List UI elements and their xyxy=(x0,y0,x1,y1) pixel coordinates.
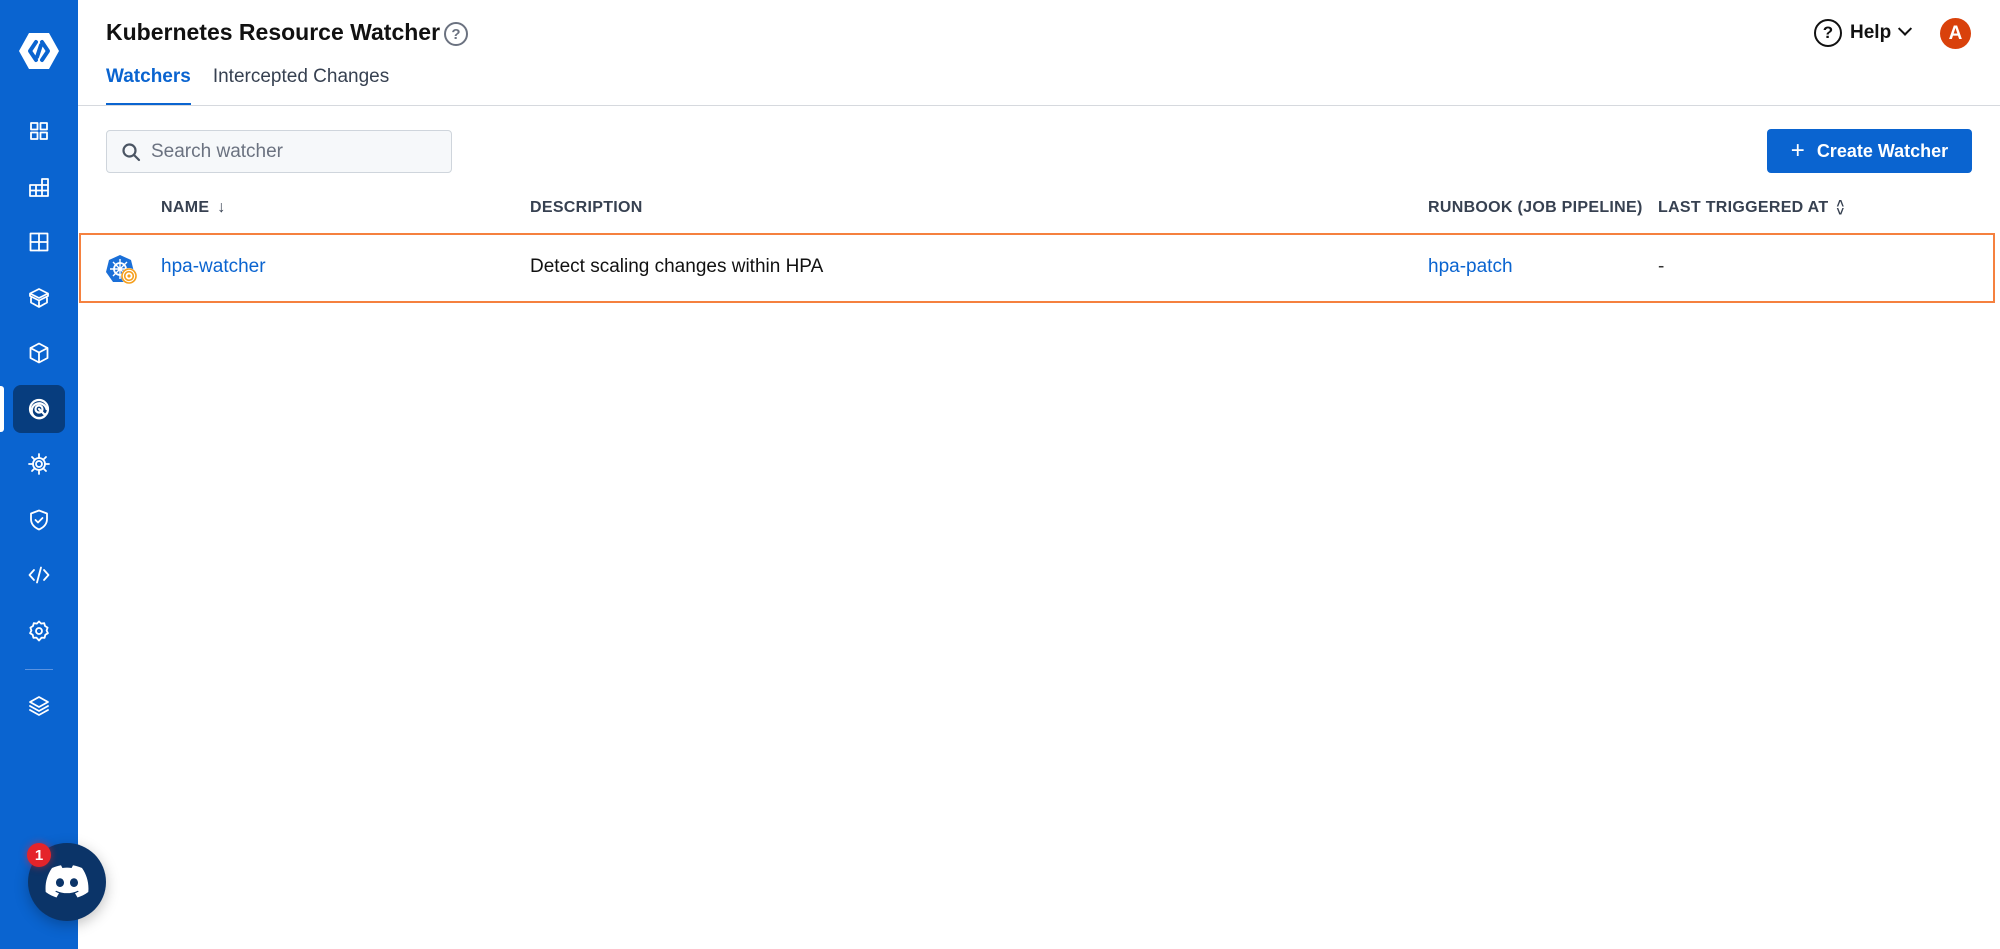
gear-icon xyxy=(29,620,49,642)
question-circle-icon[interactable]: ? xyxy=(444,22,468,46)
grid-icon xyxy=(30,122,48,140)
sidebar-divider xyxy=(25,669,53,670)
gear-sun-icon xyxy=(28,453,50,475)
column-header-description: DESCRIPTION xyxy=(530,199,643,217)
question-circle-icon: ? xyxy=(1814,19,1842,47)
sidebar-item-code[interactable] xyxy=(13,551,65,599)
tab-divider xyxy=(78,105,2000,106)
sidebar xyxy=(0,0,78,949)
kubernetes-watcher-icon xyxy=(105,254,139,286)
active-indicator xyxy=(0,386,4,432)
layers-icon xyxy=(29,696,49,716)
sidebar-item-dashboard[interactable] xyxy=(13,107,65,155)
table-row[interactable] xyxy=(79,233,1995,303)
cube-icon xyxy=(29,342,49,364)
sidebar-item-components[interactable] xyxy=(13,329,65,377)
stacked-grid-icon xyxy=(29,178,49,197)
sort-updown-icon: ˄ ˅ xyxy=(1836,196,1845,219)
sidebar-item-releases[interactable] xyxy=(13,274,65,322)
tab-intercepted-changes[interactable]: Intercepted Changes xyxy=(213,66,389,106)
user-avatar[interactable]: A xyxy=(1940,18,1971,49)
shield-check-icon xyxy=(30,509,48,531)
column-label: NAME xyxy=(161,199,210,216)
sidebar-item-environments[interactable] xyxy=(13,218,65,266)
column-label: RUNBOOK (JOB PIPELINE) xyxy=(1428,199,1643,216)
sidebar-item-settings[interactable] xyxy=(13,607,65,655)
arrow-down-icon: ↓ xyxy=(217,199,226,216)
sidebar-item-resource-watcher[interactable] xyxy=(13,385,65,433)
sidebar-item-chaos[interactable] xyxy=(13,440,65,488)
column-label: LAST TRIGGERED AT xyxy=(1658,199,1829,216)
brand-logo-icon[interactable] xyxy=(17,31,61,71)
column-label: DESCRIPTION xyxy=(530,199,643,216)
watcher-description: Detect scaling changes within HPA xyxy=(530,256,824,277)
search-input[interactable] xyxy=(151,140,441,163)
search-box xyxy=(106,130,452,173)
help-menu-button[interactable]: ? Help xyxy=(1814,18,1913,48)
search-icon xyxy=(122,142,141,161)
discord-icon xyxy=(45,865,89,898)
last-triggered-value: - xyxy=(1658,256,1665,277)
sidebar-item-security[interactable] xyxy=(13,496,65,544)
notification-badge: 1 xyxy=(27,843,51,867)
create-watcher-button[interactable]: + Create Watcher xyxy=(1767,129,1972,173)
page-title: Kubernetes Resource Watcher xyxy=(106,19,441,45)
watcher-name-link[interactable]: hpa-watcher xyxy=(161,256,266,278)
plus-icon: + xyxy=(1790,137,1805,164)
table-grid-icon xyxy=(29,232,49,252)
create-watcher-label: Create Watcher xyxy=(1816,140,1949,161)
column-header-runbook: RUNBOOK (JOB PIPELINE) xyxy=(1428,199,1643,217)
sidebar-item-infrastructure[interactable] xyxy=(13,163,65,211)
column-header-name[interactable]: NAME ↓ xyxy=(161,199,226,217)
help-label: Help xyxy=(1850,22,1892,43)
tab-watchers[interactable]: Watchers xyxy=(106,66,191,106)
tab-bar: Watchers Intercepted Changes xyxy=(106,66,411,106)
code-icon xyxy=(28,566,50,584)
runbook-link[interactable]: hpa-patch xyxy=(1428,256,1513,278)
sidebar-item-layers[interactable] xyxy=(13,682,65,730)
chevron-down-icon xyxy=(1898,21,1913,36)
open-box-icon xyxy=(29,288,49,308)
radar-icon xyxy=(28,398,50,420)
column-header-last-triggered[interactable]: LAST TRIGGERED AT ˄ ˅ xyxy=(1658,196,1845,219)
